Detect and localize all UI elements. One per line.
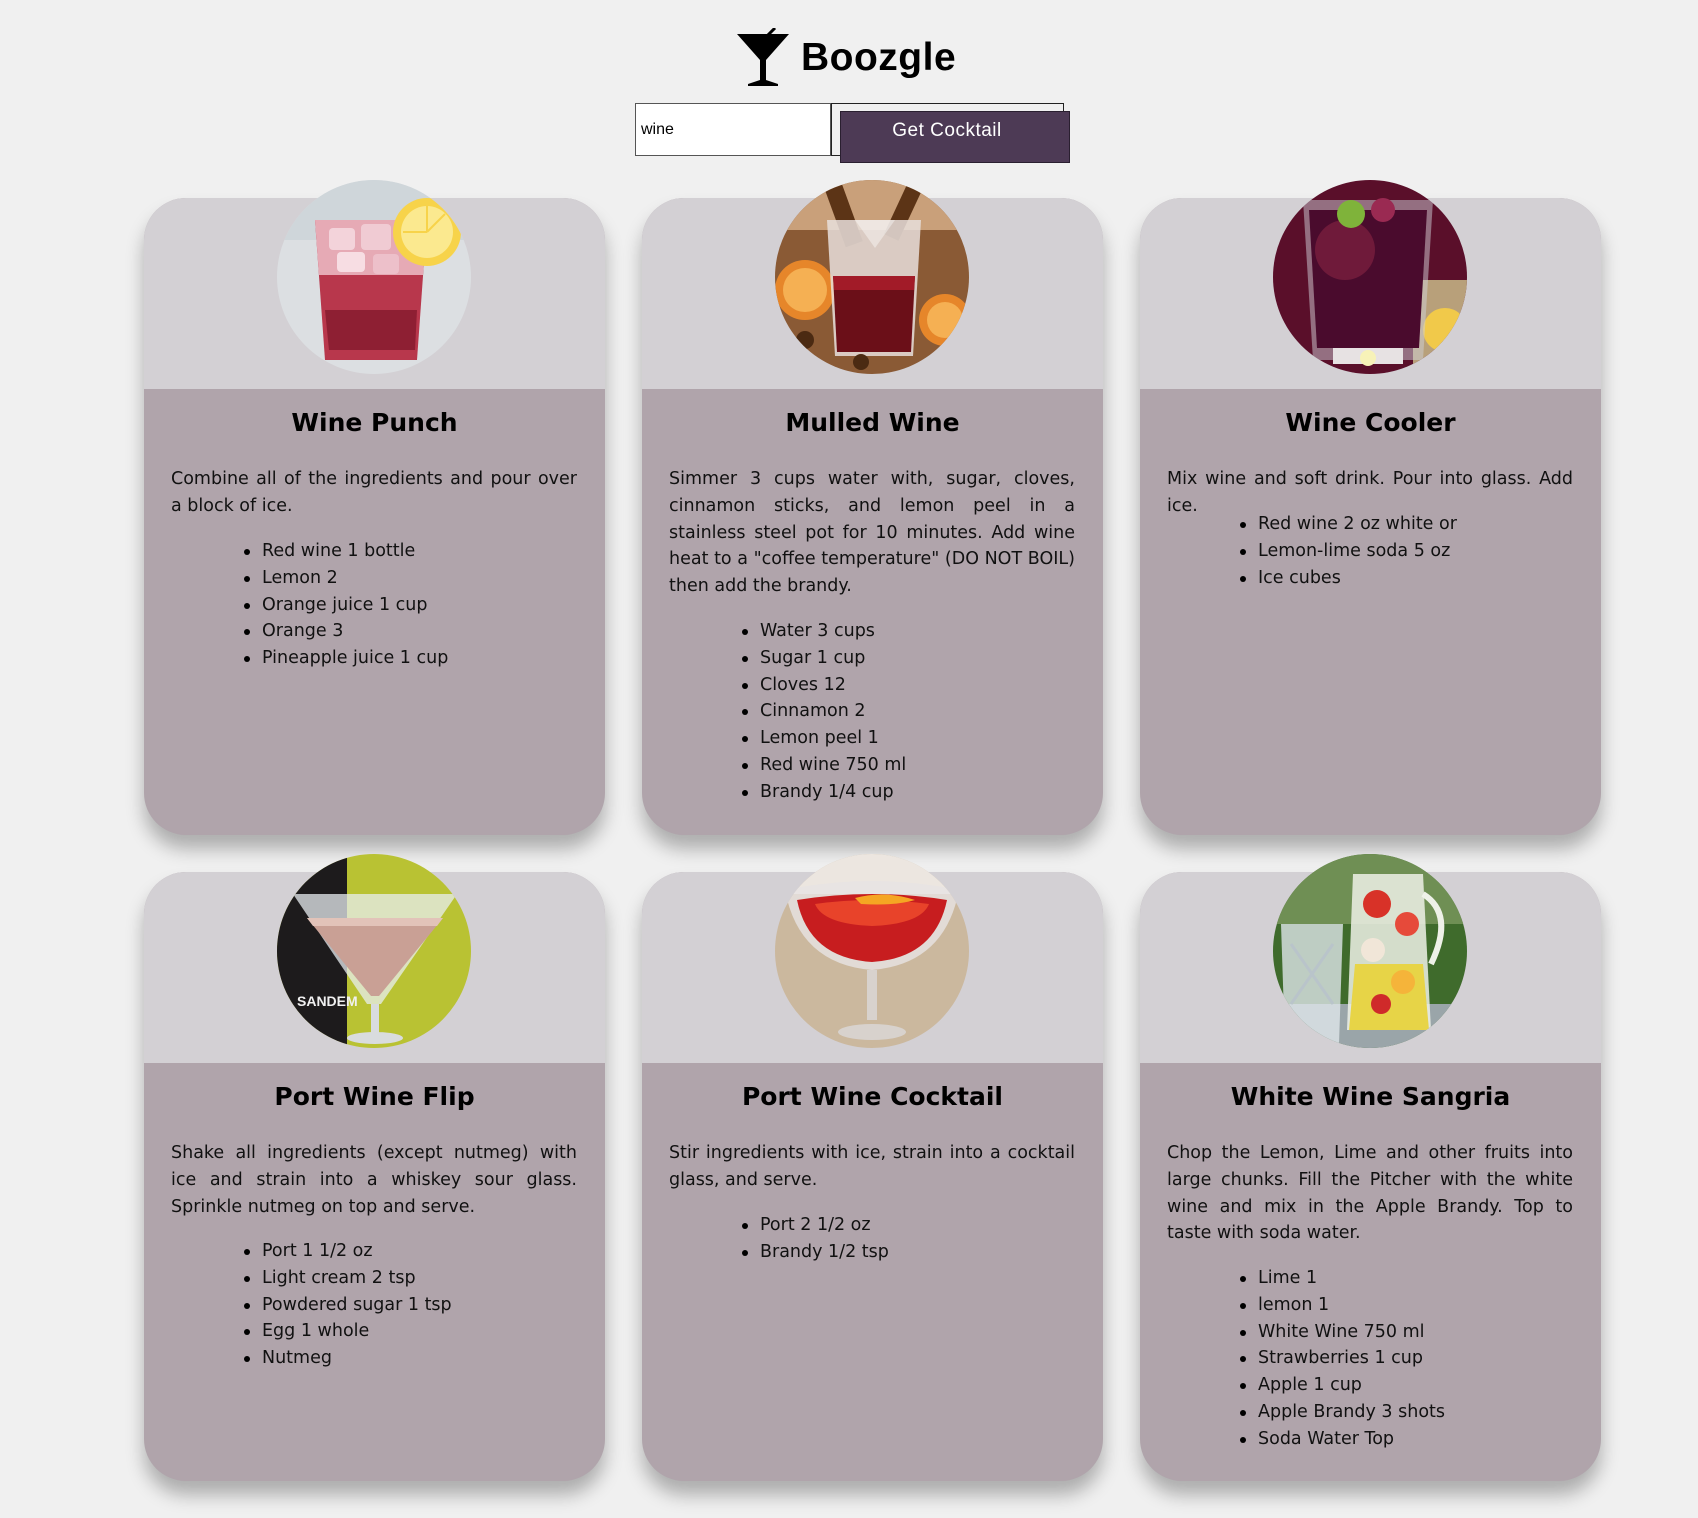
ingredient-list: Water 3 cups Sugar 1 cup Cloves 12 Cinna… (741, 618, 906, 806)
ingredient-list: Red wine 2 oz white or Lemon-lime soda 5… (1240, 511, 1457, 592)
ingredient-item: Strawberries 1 cup (1239, 1345, 1445, 1372)
ingredient-item: Port 2 1/2 oz (742, 1212, 889, 1239)
cocktail-instructions: Chop the Lemon, Lime and other fruits in… (1167, 1143, 1573, 1244)
app-header: Boozgle (0, 0, 1698, 100)
app-logo: Boozgle (735, 26, 956, 90)
cocktail-instructions: Shake all ingredients (except nutmeg) wi… (171, 1143, 577, 1217)
ingredient-item: White Wine 750 ml (1239, 1319, 1445, 1346)
ingredient-item: Light cream 2 tsp (244, 1265, 452, 1292)
cocktail-photo (1273, 854, 1467, 1048)
cocktail-card: White Wine Sangria Chop the Lemon, Lime … (1140, 854, 1601, 1481)
ingredient-item: Water 3 cups (741, 618, 906, 645)
ingredient-item: Lemon-lime soda 5 oz (1240, 538, 1457, 565)
get-cocktail-button[interactable]: Get Cocktail (840, 111, 1070, 163)
app-title: Boozgle (801, 36, 957, 79)
cocktail-name: White Wine Sangria (1230, 1082, 1511, 1111)
cocktail-card: Mulled Wine Simmer 3 cups water with, su… (642, 180, 1103, 835)
cocktail-instructions: Simmer 3 cups water with, sugar, cloves,… (669, 469, 1075, 597)
cocktail-name: Wine Cooler (1285, 408, 1456, 437)
ingredient-item: Cloves 12 (741, 672, 906, 699)
ingredient-item: Sugar 1 cup (741, 645, 906, 672)
cocktail-photo (775, 854, 969, 1048)
ingredient-item: Soda Water Top (1239, 1426, 1445, 1453)
ingredient-item: Egg 1 whole (244, 1318, 452, 1345)
ingredient-item: Red wine 1 bottle (243, 538, 448, 565)
cocktail-photo: SANDEM (277, 854, 471, 1048)
cocktail-instructions: Stir ingredients with ice, strain into a… (669, 1143, 1075, 1190)
ingredient-item: Orange juice 1 cup (243, 592, 448, 619)
cocktail-card: Port Wine Cocktail Stir ingredients with… (642, 854, 1103, 1481)
cocktail-instructions: Combine all of the ingredients and pour … (171, 469, 577, 516)
martini-glass-icon (735, 28, 791, 88)
cocktail-name: Wine Punch (291, 408, 458, 437)
cocktail-photo (775, 180, 969, 374)
ingredient-item: Orange 3 (243, 618, 448, 645)
cocktail-photo (277, 180, 471, 374)
ingredient-item: Port 1 1/2 oz (244, 1238, 452, 1265)
cocktail-card: SANDEM Port Wine Flip Shake all ingredie… (144, 854, 605, 1481)
ingredient-item: Apple 1 cup (1239, 1372, 1445, 1399)
search-input[interactable] (635, 103, 831, 156)
ingredient-item: Nutmeg (244, 1345, 452, 1372)
ingredient-list: Port 1 1/2 oz Light cream 2 tsp Powdered… (244, 1238, 452, 1372)
cocktail-name: Port Wine Flip (274, 1082, 475, 1111)
get-cocktail-label: Get Cocktail (892, 120, 1002, 141)
ingredient-item: Powdered sugar 1 tsp (244, 1292, 452, 1319)
ingredient-item: Brandy 1/2 tsp (742, 1239, 889, 1266)
cocktail-name: Port Wine Cocktail (741, 1082, 1003, 1111)
ingredient-item: Pineapple juice 1 cup (243, 645, 448, 672)
cocktail-name: Mulled Wine (785, 408, 960, 437)
ingredient-item: lemon 1 (1239, 1292, 1445, 1319)
ingredient-list: Red wine 1 bottle Lemon 2 Orange juice 1… (243, 538, 448, 672)
ingredient-item: Apple Brandy 3 shots (1239, 1399, 1445, 1426)
ingredient-item: Lemon 2 (243, 565, 448, 592)
ingredient-item: Brandy 1/4 cup (741, 779, 906, 806)
svg-text:SANDEM: SANDEM (297, 993, 358, 1009)
cocktail-photo (1273, 180, 1467, 374)
ingredient-list: Port 2 1/2 oz Brandy 1/2 tsp (742, 1212, 889, 1266)
ingredient-item: Lemon peel 1 (741, 725, 906, 752)
ingredient-list: Lime 1 lemon 1 White Wine 750 ml Strawbe… (1239, 1265, 1445, 1453)
cocktail-card: Wine Punch Combine all of the ingredient… (144, 180, 605, 835)
ingredient-item: Red wine 2 oz white or (1240, 511, 1457, 538)
ingredient-item: Cinnamon 2 (741, 698, 906, 725)
ingredient-item: Lime 1 (1239, 1265, 1445, 1292)
ingredient-item: Red wine 750 ml (741, 752, 906, 779)
cocktail-card: Wine Cooler Mix wine and soft drink. Pou… (1140, 180, 1601, 835)
ingredient-item: Ice cubes (1240, 565, 1457, 592)
